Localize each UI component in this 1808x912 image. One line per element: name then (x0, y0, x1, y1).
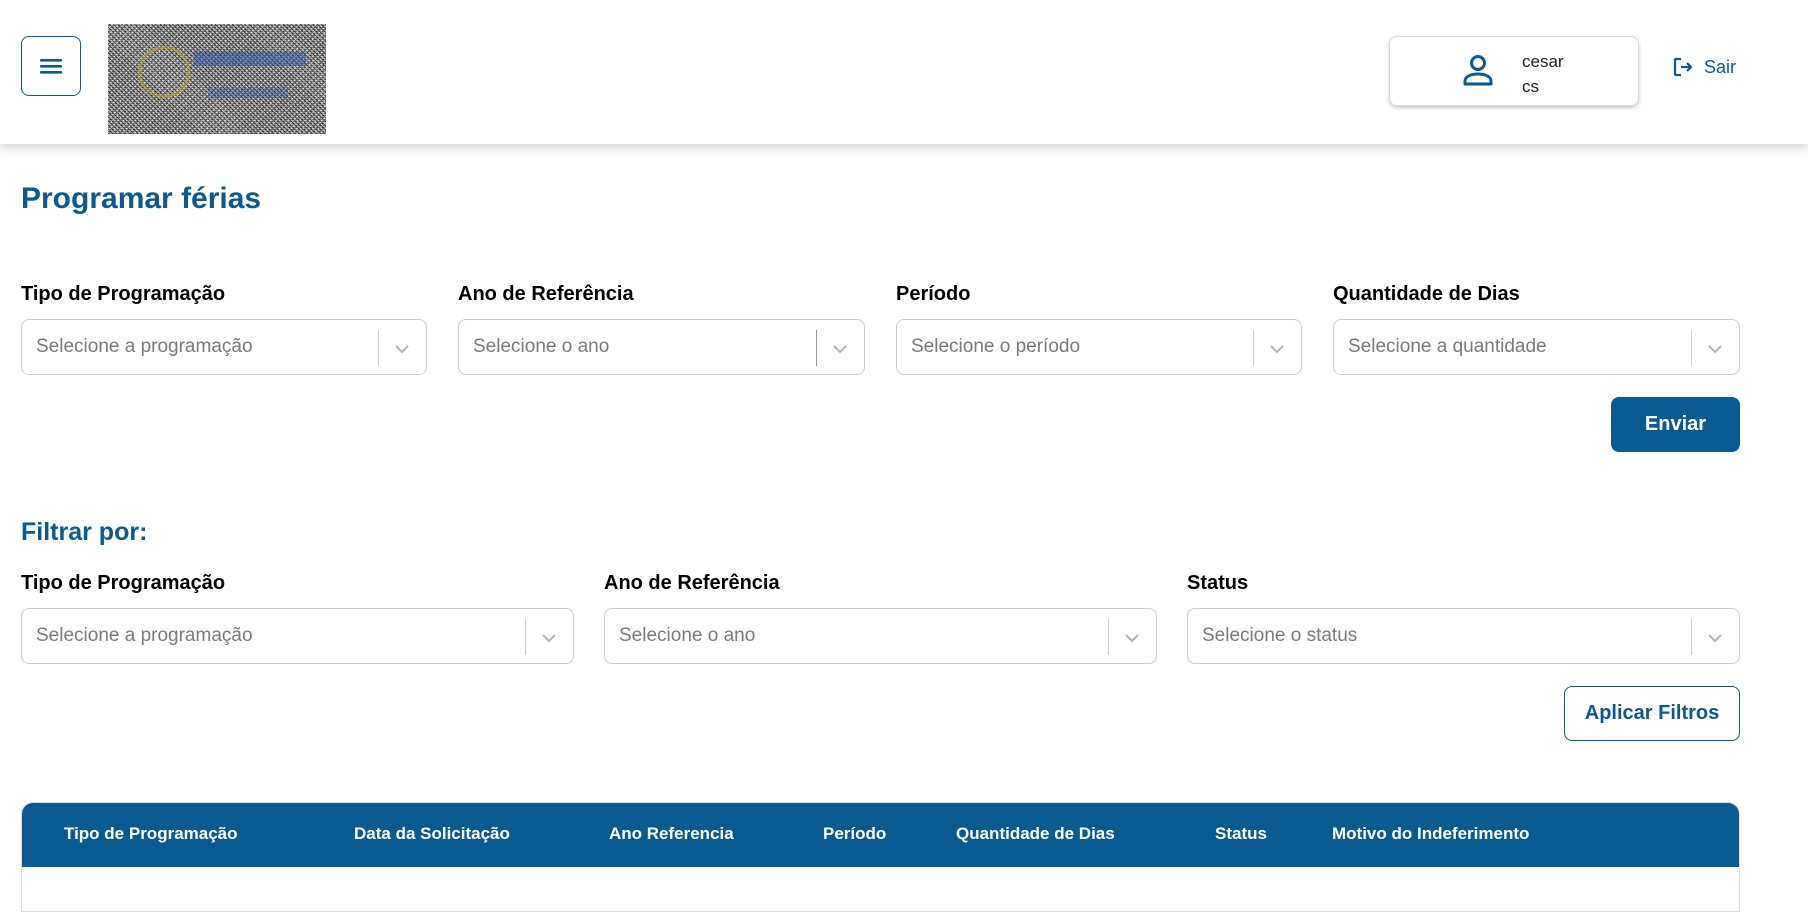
column-header-days-quantity[interactable]: Quantidade de Dias (956, 824, 1115, 844)
filter-reference-year-placeholder: Selecione o ano (619, 625, 756, 646)
apply-filters-button[interactable]: Aplicar Filtros (1564, 686, 1740, 741)
chevron-down-icon (1125, 634, 1139, 643)
logo-wordmark (194, 52, 306, 66)
select-separator (1691, 619, 1692, 655)
select-separator (1691, 330, 1692, 366)
select-separator (378, 330, 379, 366)
logout-icon (1673, 57, 1693, 77)
column-header-period[interactable]: Período (823, 824, 886, 844)
filter-reference-year-label: Ano de Referência (604, 572, 780, 594)
user-name-line2: cs (1522, 77, 1539, 96)
filter-reference-year-select[interactable]: Selecione o ano (604, 608, 1157, 664)
top-header: cesar cs Sair (0, 0, 1808, 144)
table-header-row: Tipo de Programação Data da Solicitação … (22, 803, 1739, 867)
logout-link[interactable]: Sair (1672, 56, 1736, 78)
chevron-down-icon (1708, 345, 1722, 354)
chevron-down-icon (833, 345, 847, 354)
chevron-down-icon (1270, 345, 1284, 354)
days-quantity-placeholder: Selecione a quantidade (1348, 336, 1547, 357)
filter-section-title: Filtrar por: (21, 518, 148, 546)
person-icon (1463, 55, 1493, 86)
select-separator (1108, 619, 1109, 655)
chevron-down-icon (1708, 634, 1722, 643)
period-label: Período (896, 283, 971, 305)
user-profile-card[interactable]: cesar cs (1389, 36, 1639, 106)
chevron-down-icon (542, 634, 556, 643)
hamburger-menu-icon (40, 59, 62, 74)
chevron-down-icon (395, 345, 409, 354)
submit-button[interactable]: Enviar (1611, 397, 1740, 452)
reference-year-label: Ano de Referência (458, 283, 634, 305)
filter-status-select[interactable]: Selecione o status (1187, 608, 1740, 664)
filter-status-placeholder: Selecione o status (1202, 625, 1358, 646)
reference-year-placeholder: Selecione o ano (473, 336, 610, 357)
column-header-status[interactable]: Status (1215, 824, 1267, 844)
column-header-request-date[interactable]: Data da Solicitação (354, 824, 510, 844)
filter-schedule-type-label: Tipo de Programação (21, 572, 226, 594)
company-logo (108, 24, 326, 134)
period-select[interactable]: Selecione o período (896, 319, 1302, 375)
days-quantity-label: Quantidade de Dias (1333, 283, 1520, 305)
filter-schedule-type-select[interactable]: Selecione a programação (21, 608, 574, 664)
schedule-type-label: Tipo de Programação (21, 283, 226, 305)
select-separator (525, 619, 526, 655)
schedule-type-placeholder: Selecione a programação (36, 336, 253, 357)
menu-button[interactable] (21, 36, 81, 96)
filter-schedule-type-placeholder: Selecione a programação (36, 625, 253, 646)
column-header-rejection-reason[interactable]: Motivo do Indeferimento (1332, 824, 1529, 844)
page-title: Programar férias (21, 182, 262, 215)
logout-label: Sair (1704, 56, 1737, 77)
column-header-reference-year[interactable]: Ano Referencia (609, 824, 734, 844)
schedule-type-select[interactable]: Selecione a programação (21, 319, 427, 375)
period-placeholder: Selecione o período (911, 336, 1081, 357)
logo-tagline (208, 88, 288, 98)
days-quantity-select[interactable]: Selecione a quantidade (1333, 319, 1740, 375)
select-separator (1253, 330, 1254, 366)
user-name-line1: cesar (1522, 52, 1564, 71)
column-header-schedule-type[interactable]: Tipo de Programação (64, 824, 238, 844)
logo-emblem (138, 46, 190, 98)
filter-status-label: Status (1187, 572, 1249, 594)
vacation-requests-table: Tipo de Programação Data da Solicitação … (21, 802, 1740, 912)
select-separator (816, 330, 817, 366)
reference-year-select[interactable]: Selecione o ano (458, 319, 865, 375)
user-name: cesar cs (1522, 49, 1564, 99)
